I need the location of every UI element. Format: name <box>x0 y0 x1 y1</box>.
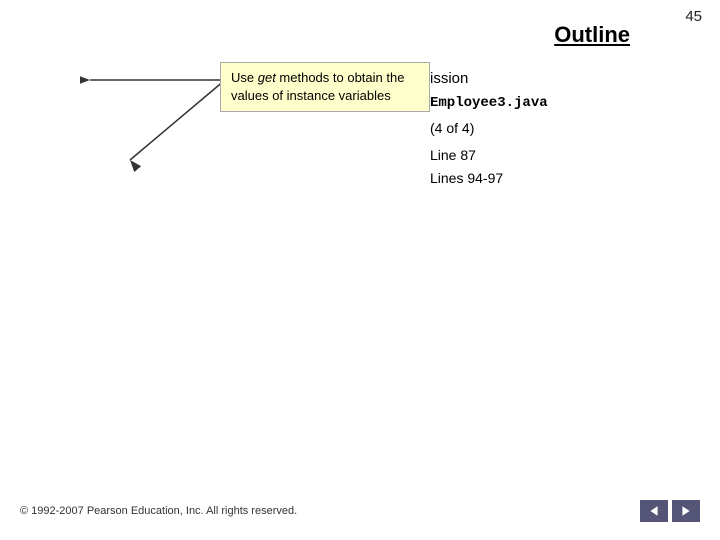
item-lines94: Lines 94-97 <box>430 170 503 186</box>
outline-title: Outline <box>554 22 630 48</box>
nav-back-button[interactable] <box>640 500 668 522</box>
item-employee-file: Employee3.java <box>430 95 548 111</box>
back-icon <box>648 505 660 517</box>
nav-forward-button[interactable] <box>672 500 700 522</box>
item-of-count: (4 of 4) <box>430 120 474 136</box>
forward-icon <box>680 505 692 517</box>
tooltip-italic: get <box>258 70 276 85</box>
page-number: 45 <box>685 8 702 25</box>
tooltip-box: Use get methods to obtain the values of … <box>220 62 430 112</box>
copyright-text: © 1992-2007 Pearson Education, Inc. All … <box>20 505 297 517</box>
nav-buttons <box>640 500 700 522</box>
item-commission: ission <box>430 70 468 87</box>
footer: © 1992-2007 Pearson Education, Inc. All … <box>0 500 720 522</box>
item-line87: Line 87 <box>430 147 476 163</box>
